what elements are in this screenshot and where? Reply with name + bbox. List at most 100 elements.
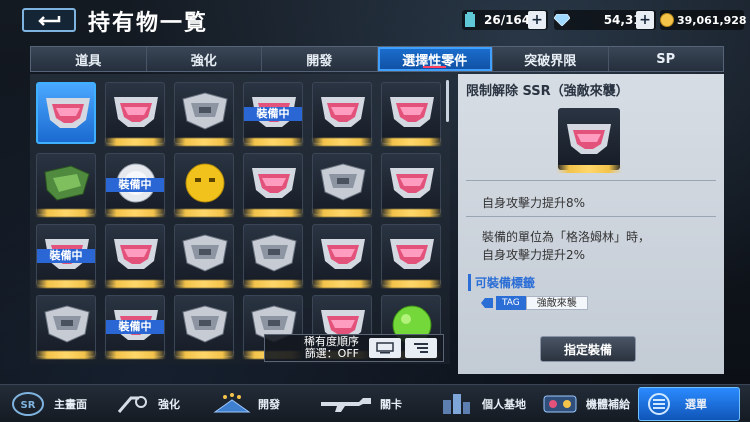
rarity-glow (311, 280, 373, 288)
header: 持有物一覧 26/164 + 54,310 + 39,061,928 (0, 0, 750, 44)
rifle-icon (318, 391, 374, 417)
part-cell[interactable] (242, 224, 304, 288)
nav-label: 個人基地 (482, 398, 526, 411)
rarity-glow (35, 209, 97, 217)
part-cell[interactable]: 裝備中 (35, 224, 97, 288)
nav-develop[interactable]: 開發 (212, 387, 280, 421)
back-arrow-icon (38, 16, 61, 26)
part-cell[interactable] (173, 82, 235, 146)
category-tabs: 道具 強化 開發 選擇性零件 突破界限 SP (30, 46, 724, 72)
part-cell[interactable] (104, 82, 166, 146)
rarity-glow (173, 138, 235, 146)
nav-label: 關卡 (380, 398, 402, 411)
sort-filter-bar: 稀有度順序 篩選：OFF (264, 334, 444, 362)
equipped-badge: 裝備中 (37, 249, 95, 263)
nav-enhance[interactable]: 強化 (112, 387, 180, 421)
nav-home[interactable]: SR 主畫面 (8, 387, 87, 421)
nav-label: 機體補給 (586, 398, 630, 411)
home-emblem-icon: SR (8, 391, 48, 417)
equipped-badge: 裝備中 (106, 178, 164, 192)
wrench-icon (112, 391, 152, 417)
filter-status-label: 篩選：OFF (304, 347, 359, 360)
part-cell[interactable] (311, 82, 373, 146)
part-cell[interactable] (380, 82, 442, 146)
rarity-glow (242, 138, 304, 146)
rarity-glow (35, 351, 97, 359)
effect-1: 自身攻擊力提升8% (482, 196, 586, 210)
part-cell[interactable] (380, 224, 442, 288)
divider (466, 180, 716, 181)
coin-value: 39,061,928 (677, 13, 747, 27)
tab-items[interactable]: 道具 (31, 47, 147, 71)
tab-develop[interactable]: 開發 (262, 47, 378, 71)
capacity-plus-button[interactable]: + (528, 11, 546, 29)
tab-sp[interactable]: SP (609, 47, 724, 71)
tag-icon (481, 298, 493, 308)
part-cell[interactable] (173, 224, 235, 288)
rarity-glow (104, 351, 166, 359)
gem-icon (554, 12, 570, 28)
effect-2-line-2: 自身攻擊力提升2% (482, 248, 586, 262)
nav-base[interactable]: 個人基地 (436, 387, 526, 421)
rarity-glow (242, 209, 304, 217)
part-cell[interactable] (104, 224, 166, 288)
back-button[interactable] (22, 8, 76, 32)
grid-scrollbar[interactable] (446, 80, 449, 122)
rarity-glow (380, 138, 442, 146)
part-cell[interactable] (242, 153, 304, 217)
part-cell[interactable] (35, 295, 97, 359)
rarity-glow (173, 209, 235, 217)
part-cell[interactable] (311, 224, 373, 288)
rarity-glow (242, 280, 304, 288)
rarity-glow (173, 351, 235, 359)
rarity-glow (104, 209, 166, 217)
equipped-badge: 裝備中 (244, 107, 302, 121)
tab-enhance[interactable]: 強化 (147, 47, 262, 71)
rarity-glow (104, 280, 166, 288)
rarity-glow (35, 280, 97, 288)
equipped-badge: 裝備中 (106, 320, 164, 334)
rarity-glow (380, 280, 442, 288)
rarity-glow (380, 209, 442, 217)
tab-optional-parts[interactable]: 選擇性零件 (377, 47, 493, 71)
nav-stage[interactable]: 關卡 (318, 387, 402, 421)
filter-button[interactable] (369, 338, 401, 358)
coin-icon (660, 12, 674, 28)
sort-button[interactable] (405, 338, 437, 358)
divider (466, 216, 716, 217)
selected-part-icon (556, 108, 622, 173)
part-cell[interactable] (173, 295, 235, 359)
coin-counter: 39,061,928 (660, 10, 747, 30)
gem-plus-button[interactable]: + (636, 11, 654, 29)
part-cell[interactable] (380, 153, 442, 217)
capacity-icon (462, 12, 478, 28)
tag-name: 強敵來襲 (525, 296, 588, 310)
tab-limit-break[interactable]: 突破界限 (493, 47, 609, 71)
parts-grid: 裝備中 裝備中 裝備中 裝備中 (30, 74, 450, 364)
part-cell[interactable] (35, 153, 97, 217)
part-cell[interactable] (311, 153, 373, 217)
nav-menu[interactable]: 選單 (638, 387, 740, 421)
nav-supply[interactable]: 機體補給 (540, 387, 630, 421)
rarity-glow (173, 280, 235, 288)
assign-equip-button[interactable]: 指定裝備 (540, 336, 636, 362)
svg-text:SR: SR (21, 400, 36, 411)
nav-label: 開發 (258, 398, 280, 411)
nav-label: 選單 (685, 398, 707, 411)
part-cell[interactable] (173, 153, 235, 217)
effect-2-line-1: 裝備的單位為「格洛姆林」時， (482, 230, 651, 244)
visor-part-icon (567, 124, 611, 154)
rarity-glow (104, 138, 166, 146)
bottom-nav: SR 主畫面 強化 開發 關卡 個人基地 機體補給 選單 (0, 384, 750, 422)
part-cell[interactable]: 裝備中 (104, 295, 166, 359)
tags-heading: 可裝備標籤 (468, 274, 535, 291)
part-cell[interactable]: 裝備中 (104, 153, 166, 217)
nav-label: 主畫面 (54, 398, 87, 411)
part-name: 限制解除 SSR（強敵來襲） (466, 84, 629, 99)
menu-icon (639, 391, 679, 417)
page-title: 持有物一覧 (88, 11, 209, 36)
sort-icon (414, 343, 428, 353)
gacha-icon (540, 391, 580, 417)
part-cell[interactable] (36, 82, 96, 144)
part-cell[interactable]: 裝備中 (242, 82, 304, 146)
